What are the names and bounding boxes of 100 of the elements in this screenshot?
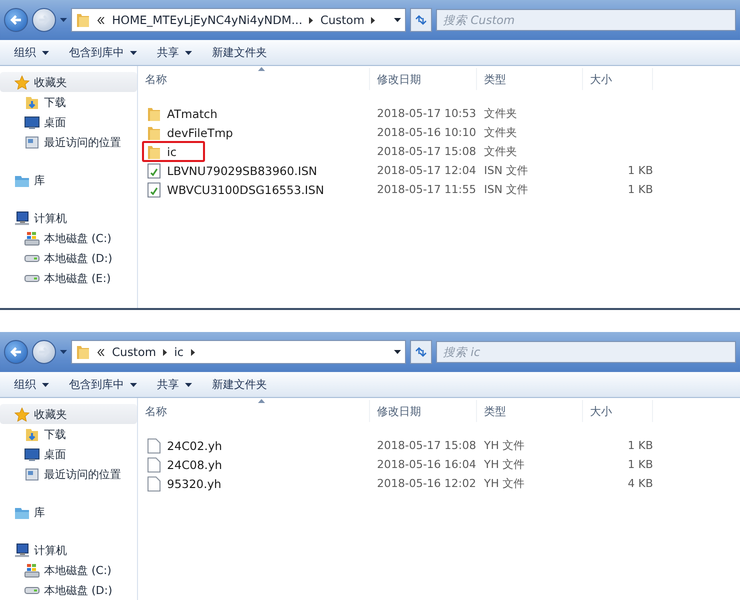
recent-pages-caret-icon[interactable] bbox=[60, 18, 67, 22]
refresh-button[interactable] bbox=[410, 340, 432, 364]
star-icon bbox=[14, 74, 30, 90]
column-header[interactable]: 名称 bbox=[138, 400, 370, 422]
recent-places-icon bbox=[24, 466, 40, 482]
nav-group[interactable]: 计算机 bbox=[0, 540, 137, 560]
file-name[interactable]: 24C08.yh bbox=[142, 454, 228, 475]
star-icon bbox=[14, 406, 30, 422]
download-folder-icon bbox=[24, 94, 40, 110]
nav-item[interactable]: 本地磁盘 (E:) bbox=[0, 268, 137, 288]
nav-group[interactable]: 收藏夹 bbox=[0, 404, 137, 424]
nav-item[interactable]: 最近访问的位置 bbox=[0, 464, 137, 484]
type-cell-text: YH 文件 bbox=[483, 476, 526, 491]
toolbar-button[interactable]: 共享 bbox=[149, 42, 200, 63]
drive-icon bbox=[24, 274, 40, 282]
column-header[interactable]: 大小 bbox=[583, 68, 653, 90]
file-name[interactable]: 95320.yh bbox=[142, 473, 226, 494]
breadcrumb[interactable]: ic bbox=[174, 345, 184, 359]
desktop-icon bbox=[24, 114, 40, 130]
nav-item[interactable]: 本地磁盘 (C:) bbox=[0, 560, 137, 580]
toolbar-button[interactable]: 组织 bbox=[6, 42, 57, 63]
type-cell-text: 文件夹 bbox=[483, 106, 518, 121]
breadcrumb-arrow-icon[interactable] bbox=[371, 16, 376, 24]
nav-item[interactable]: 本地磁盘 (C:) bbox=[0, 228, 137, 248]
size-cell-text: 1 KB bbox=[626, 183, 653, 196]
file-name[interactable]: 24C02.yh bbox=[142, 435, 228, 456]
computer-icon bbox=[14, 210, 30, 226]
toolbar-button[interactable]: 组织 bbox=[6, 374, 57, 395]
back-button[interactable] bbox=[4, 8, 28, 32]
document-icon bbox=[147, 162, 161, 178]
date-cell-text: 2018-05-17 10:53 bbox=[376, 107, 477, 120]
nav-item[interactable]: 最近访问的位置 bbox=[0, 132, 137, 152]
chevron-left-icon[interactable] bbox=[97, 16, 105, 24]
file-name[interactable]: WBVCU3100DSG16553.ISN bbox=[142, 179, 330, 200]
desktop-icon bbox=[24, 446, 40, 462]
nav-group[interactable]: 库 bbox=[0, 170, 137, 190]
nav-item[interactable]: 桌面 bbox=[0, 444, 137, 464]
toolbar-button[interactable]: 新建文件夹 bbox=[204, 42, 275, 63]
document-icon bbox=[147, 182, 161, 198]
type-cell-text: 文件夹 bbox=[483, 144, 518, 159]
refresh-button[interactable] bbox=[410, 8, 432, 32]
drive-icon bbox=[24, 586, 40, 594]
drive-icon bbox=[24, 230, 40, 246]
address-field[interactable]: Custom ic bbox=[71, 340, 406, 364]
toolbar-button[interactable]: 共享 bbox=[149, 374, 200, 395]
file-name[interactable]: devFileTmp bbox=[142, 122, 238, 143]
search-field[interactable]: 搜索 ic bbox=[436, 341, 736, 363]
toolbar-button[interactable]: 包含到库中 bbox=[61, 374, 145, 395]
highlight-frame[interactable]: ic bbox=[142, 141, 205, 162]
date-cell-text: 2018-05-16 16:04 bbox=[376, 458, 477, 471]
size-cell-text: 1 KB bbox=[626, 164, 653, 177]
column-header[interactable]: 修改日期 bbox=[370, 68, 477, 90]
forward-button[interactable] bbox=[32, 340, 56, 364]
column-header[interactable]: 名称 bbox=[138, 68, 370, 90]
breadcrumb-arrow-icon[interactable] bbox=[309, 16, 314, 24]
refresh-icon bbox=[415, 347, 427, 357]
breadcrumb-arrow-icon[interactable] bbox=[163, 348, 168, 356]
forward-button[interactable] bbox=[32, 8, 56, 32]
nav-item[interactable]: 本地磁盘 (D:) bbox=[0, 248, 137, 268]
recent-places-icon bbox=[24, 134, 40, 150]
folder-icon bbox=[147, 124, 161, 140]
nav-item[interactable]: 下载 bbox=[0, 92, 137, 112]
chevron-left-icon[interactable] bbox=[97, 348, 105, 356]
toolbar-button[interactable]: 包含到库中 bbox=[61, 42, 145, 63]
history-caret-icon[interactable] bbox=[394, 350, 401, 354]
nav-item[interactable]: 下载 bbox=[0, 424, 137, 444]
folder-icon bbox=[76, 344, 90, 360]
file-name[interactable]: ATmatch bbox=[142, 103, 222, 124]
recent-pages-caret-icon[interactable] bbox=[60, 350, 67, 354]
sort-arrow-icon bbox=[258, 399, 266, 403]
column-header[interactable]: 大小 bbox=[583, 400, 653, 422]
breadcrumb[interactable]: Custom bbox=[112, 345, 156, 359]
date-cell-text: 2018-05-16 12:02 bbox=[376, 477, 477, 490]
nav-group[interactable]: 计算机 bbox=[0, 208, 137, 228]
nav-item[interactable]: 本地磁盘 (D:) bbox=[0, 580, 137, 600]
arrow-left-icon bbox=[10, 347, 22, 357]
file-name[interactable]: LBVNU79029SB83960.ISN bbox=[142, 160, 322, 181]
date-cell-text: 2018-05-16 10:10 bbox=[376, 126, 477, 139]
blank-file-icon bbox=[147, 438, 161, 454]
type-cell-text: YH 文件 bbox=[483, 438, 526, 453]
nav-group[interactable]: 收藏夹 bbox=[0, 72, 137, 92]
history-caret-icon[interactable] bbox=[394, 18, 401, 22]
column-header[interactable]: 修改日期 bbox=[370, 400, 477, 422]
address-field[interactable]: HOME_MTEyLjEyNC4yNi4yNDM... Custom bbox=[71, 8, 406, 32]
breadcrumb[interactable]: HOME_MTEyLjEyNC4yNi4yNDM... bbox=[112, 13, 302, 27]
date-cell-text: 2018-05-17 11:55 bbox=[376, 183, 477, 196]
breadcrumb-arrow-icon[interactable] bbox=[190, 348, 195, 356]
back-button[interactable] bbox=[4, 340, 28, 364]
toolbar-button[interactable]: 新建文件夹 bbox=[204, 374, 275, 395]
search-field[interactable]: 搜索 Custom bbox=[436, 9, 736, 31]
nav-group[interactable]: 库 bbox=[0, 502, 137, 522]
date-cell-text: 2018-05-17 15:08 bbox=[376, 439, 477, 452]
sort-arrow-icon bbox=[258, 67, 266, 71]
breadcrumb[interactable]: Custom bbox=[320, 13, 364, 27]
blank-file-icon bbox=[147, 456, 161, 472]
column-header[interactable]: 类型 bbox=[477, 400, 583, 422]
column-header[interactable]: 类型 bbox=[477, 68, 583, 90]
nav-item[interactable]: 桌面 bbox=[0, 112, 137, 132]
computer-icon bbox=[14, 542, 30, 558]
drive-icon bbox=[24, 254, 40, 262]
